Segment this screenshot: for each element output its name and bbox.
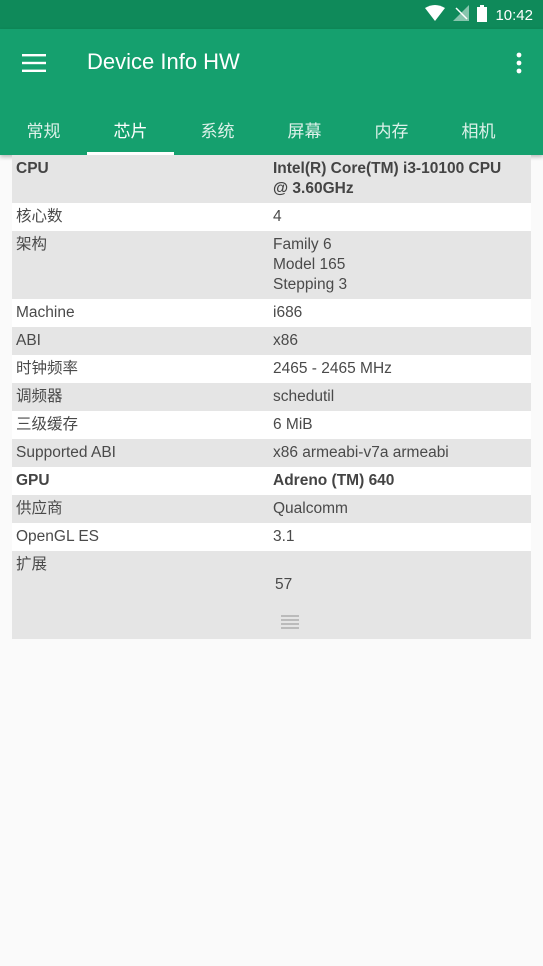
row-value: Family 6 Model 165 Stepping 3 bbox=[273, 236, 348, 293]
tab-system[interactable]: 系统 bbox=[174, 104, 261, 155]
row-value: Qualcomm bbox=[273, 500, 348, 517]
row-cores: 核心数 4 bbox=[12, 203, 531, 231]
row-value: 4 bbox=[273, 208, 282, 225]
hamburger-menu-icon[interactable] bbox=[10, 39, 58, 87]
list-icon[interactable] bbox=[281, 595, 299, 635]
row-abi: ABI x86 bbox=[12, 327, 531, 355]
row-value: Intel(R) Core(TM) i3-10100 CPU @ 3.60GHz bbox=[273, 160, 502, 197]
row-label: ABI bbox=[16, 332, 41, 349]
status-bar: 10:42 bbox=[0, 0, 543, 29]
row-label: 调频器 bbox=[16, 388, 63, 405]
app-bar: Device Info HW 常规 芯片 系统 屏幕 内存 相机 bbox=[0, 29, 543, 155]
row-supported-abi: Supported ABI x86 armeabi-v7a armeabi bbox=[12, 439, 531, 467]
row-label: Machine bbox=[16, 304, 75, 321]
row-label: 核心数 bbox=[16, 208, 63, 225]
info-table: CPU Intel(R) Core(TM) i3-10100 CPU @ 3.6… bbox=[12, 155, 531, 639]
no-signal-icon bbox=[453, 5, 470, 25]
row-value: 6 MiB bbox=[273, 416, 313, 433]
row-label: 时钟频率 bbox=[16, 360, 79, 377]
row-governor: 调频器 schedutil bbox=[12, 383, 531, 411]
row-extensions[interactable]: 扩展 57 bbox=[12, 551, 531, 639]
tab-bar: 常规 芯片 系统 屏幕 内存 相机 bbox=[0, 104, 543, 155]
row-clock: 时钟频率 2465 - 2465 MHz bbox=[12, 355, 531, 383]
row-value: x86 bbox=[273, 332, 298, 349]
more-vert-icon[interactable] bbox=[501, 39, 537, 87]
tab-general[interactable]: 常规 bbox=[0, 104, 87, 155]
row-l3-cache: 三级缓存 6 MiB bbox=[12, 411, 531, 439]
extensions-count: 57 bbox=[275, 576, 293, 593]
row-architecture: 架构 Family 6 Model 165 Stepping 3 bbox=[12, 231, 531, 299]
row-label: CPU bbox=[16, 160, 49, 177]
row-gpu: GPU Adreno (TM) 640 bbox=[12, 467, 531, 495]
row-value: i686 bbox=[273, 304, 303, 321]
row-cpu: CPU Intel(R) Core(TM) i3-10100 CPU @ 3.6… bbox=[12, 155, 531, 203]
row-label: 供应商 bbox=[16, 500, 63, 517]
row-machine: Machine i686 bbox=[12, 299, 531, 327]
tab-chip[interactable]: 芯片 bbox=[87, 104, 174, 155]
row-value: schedutil bbox=[273, 388, 335, 405]
row-value: 3.1 bbox=[273, 528, 295, 545]
tab-camera[interactable]: 相机 bbox=[435, 104, 522, 155]
row-label: 架构 bbox=[16, 236, 48, 253]
row-value: Adreno (TM) 640 bbox=[273, 472, 395, 489]
battery-icon bbox=[477, 4, 488, 26]
tab-memory[interactable]: 内存 bbox=[348, 104, 435, 155]
row-value: 57 bbox=[273, 555, 531, 635]
row-opengl: OpenGL ES 3.1 bbox=[12, 523, 531, 551]
wifi-icon bbox=[425, 5, 446, 25]
row-label: OpenGL ES bbox=[16, 528, 100, 545]
status-time: 10:42 bbox=[495, 6, 533, 24]
row-label: 扩展 bbox=[16, 556, 48, 573]
tab-screen[interactable]: 屏幕 bbox=[261, 104, 348, 155]
page-title: Device Info HW bbox=[87, 49, 240, 74]
row-value: 2465 - 2465 MHz bbox=[273, 360, 392, 377]
row-label: Supported ABI bbox=[16, 444, 116, 461]
row-label: GPU bbox=[16, 472, 50, 489]
row-value: x86 armeabi-v7a armeabi bbox=[273, 444, 449, 461]
row-label: 三级缓存 bbox=[16, 416, 79, 433]
row-vendor: 供应商 Qualcomm bbox=[12, 495, 531, 523]
